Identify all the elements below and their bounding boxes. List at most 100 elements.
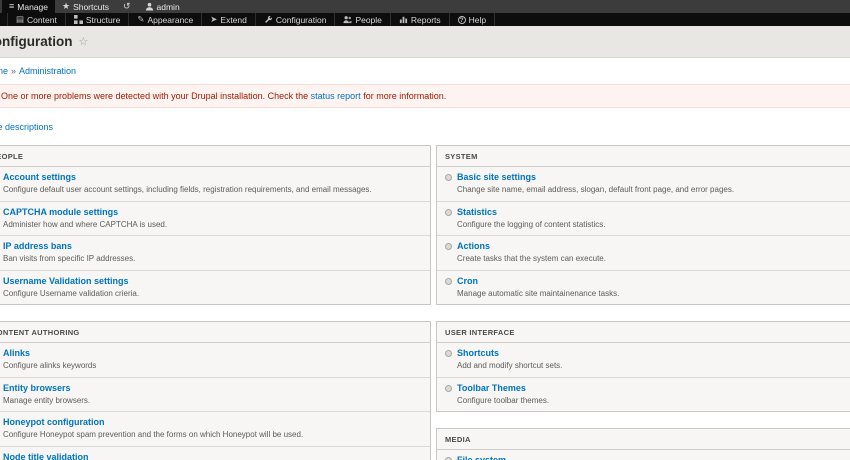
- admin-link[interactable]: CAPTCHA module settings: [3, 207, 118, 218]
- browser-viewport: ≡ Manage ★ Shortcuts ↺ admin ▤ Content S…: [0, 0, 850, 460]
- admin-toolbar-bar: ≡ Manage ★ Shortcuts ↺ admin: [0, 0, 850, 13]
- admin-link-item: File system Configure the location of up…: [437, 450, 850, 460]
- admin-link-description: Administer how and where CAPTCHA is used…: [3, 219, 168, 229]
- admin-link[interactable]: File system: [457, 455, 506, 460]
- admin-link-description: Ban visits from specific IP addresses.: [3, 254, 136, 263]
- toolbar-tab-history[interactable]: ↺: [116, 0, 138, 13]
- admin-link-item: IP address bans Ban visits from specific…: [0, 235, 430, 270]
- item-bullet-icon: [445, 208, 452, 216]
- admin-link[interactable]: IP address bans: [3, 241, 72, 252]
- admin-link[interactable]: Statistics: [457, 207, 497, 218]
- puzzle-icon: ➤: [210, 14, 218, 25]
- admin-link-description: Manage automatic site maintainenance tas…: [457, 288, 620, 298]
- admin-panel: MEDIA File system Configure the location…: [436, 428, 850, 460]
- item-bullet-icon: [445, 277, 452, 285]
- menu-item-label: Appearance: [147, 14, 194, 25]
- brush-icon: ✎: [137, 14, 145, 25]
- toolbar-tab-shortcuts[interactable]: ★ Shortcuts: [55, 0, 116, 13]
- admin-panels-grid: PEOPLE Account settings Configure defaul…: [0, 145, 850, 460]
- admin-panel: CONTENT AUTHORING Alinks Configure alink…: [0, 321, 431, 460]
- admin-link-description: Create tasks that the system can execute…: [457, 254, 606, 263]
- menu-item-appearance[interactable]: ✎ Appearance: [129, 13, 203, 26]
- menu-item-label: Extend: [220, 14, 247, 25]
- admin-link[interactable]: Entity browsers: [3, 383, 71, 394]
- admin-link[interactable]: Shortcuts: [457, 348, 499, 359]
- panel-heading: SYSTEM: [437, 146, 850, 167]
- menu-item-label: Configuration: [275, 14, 327, 25]
- admin-link[interactable]: Account settings: [3, 172, 76, 183]
- menu-item-structure[interactable]: Structure: [66, 13, 130, 26]
- item-bullet-icon: [445, 350, 452, 357]
- panel-body: Shortcuts Add and modify shortcut sets. …: [437, 343, 850, 411]
- page-title: Configuration: [0, 34, 73, 49]
- admin-panels-column-left: PEOPLE Account settings Configure defaul…: [0, 145, 431, 460]
- admin-link-description: Configure Honeypot spam prevention and t…: [3, 430, 304, 439]
- toolbar-tab-user[interactable]: admin: [138, 0, 187, 13]
- admin-link-description: Change site name, email address, slogan,…: [457, 185, 735, 194]
- toolbar-tab-manage[interactable]: ≡ Manage: [2, 0, 55, 13]
- breadcrumb-separator: »: [11, 66, 17, 76]
- admin-link-description: Configure toolbar themes.: [457, 395, 550, 405]
- chart-icon: [399, 15, 408, 24]
- panel-body: Alinks Configure alinks keywords Entity …: [0, 343, 430, 460]
- panel-body: Basic site settings Change site name, em…: [437, 167, 850, 304]
- breadcrumb: Home»Administration: [0, 58, 850, 76]
- admin-link-description: Configure the logging of content statist…: [457, 219, 606, 229]
- admin-panel: PEOPLE Account settings Configure defaul…: [0, 145, 431, 305]
- admin-link-item: Toolbar Themes Configure toolbar themes.: [437, 376, 850, 412]
- item-bullet-icon: [445, 384, 452, 392]
- menu-item-label: Help: [468, 14, 487, 25]
- hide-descriptions-link[interactable]: Hide descriptions: [0, 122, 53, 132]
- wrench-icon: [264, 15, 273, 24]
- admin-link[interactable]: Toolbar Themes: [457, 383, 526, 394]
- menu-item-configuration[interactable]: Configuration: [256, 13, 336, 26]
- admin-link[interactable]: Node title validation: [3, 452, 89, 460]
- user-icon: [145, 2, 154, 11]
- menu-item-help[interactable]: ? Help: [450, 13, 496, 26]
- admin-link-item: Entity browsers Manage entity browsers.: [0, 376, 430, 412]
- toolbar-tab-label: Shortcuts: [73, 1, 109, 12]
- panel-heading: PEOPLE: [0, 146, 430, 167]
- admin-link-description: Manage entity browsers.: [3, 395, 91, 405]
- menu-item-extend[interactable]: ➤ Extend: [202, 13, 256, 26]
- help-icon: ?: [457, 15, 466, 24]
- people-icon: [343, 15, 352, 24]
- menu-item-tools[interactable]: [0, 13, 8, 26]
- breadcrumb-link-home[interactable]: Home: [0, 66, 8, 76]
- admin-link[interactable]: Alinks: [3, 348, 30, 359]
- item-bullet-icon: [445, 243, 452, 250]
- breadcrumb-link-administration[interactable]: Administration: [19, 66, 76, 76]
- menu-item-label: Content: [27, 14, 57, 25]
- admin-link-description: Add and modify shortcut sets.: [457, 361, 563, 370]
- toolbar-tab-label: Manage: [17, 1, 48, 12]
- admin-link-item: Username Validation settings Configure U…: [0, 269, 430, 305]
- item-bullet-icon: [445, 174, 452, 181]
- menu-item-content[interactable]: ▤ Content: [8, 13, 66, 26]
- admin-link-description: Configure alinks keywords: [3, 361, 97, 370]
- drupal-admin-page: ≡ Manage ★ Shortcuts ↺ admin ▤ Content S…: [0, 0, 850, 460]
- admin-link-item: Actions Create tasks that the system can…: [437, 235, 850, 270]
- admin-link[interactable]: Basic site settings: [457, 172, 536, 183]
- admin-link-item: Account settings Configure default user …: [0, 167, 430, 201]
- admin-link[interactable]: Username Validation settings: [3, 276, 129, 287]
- error-message-banner: × One or more problems were detected wit…: [0, 84, 850, 108]
- admin-link-item: Basic site settings Change site name, em…: [437, 167, 850, 201]
- panel-heading: USER INTERFACE: [437, 322, 850, 343]
- status-report-link[interactable]: status report: [311, 91, 361, 101]
- menu-item-people[interactable]: People: [335, 13, 391, 26]
- hide-descriptions-row: Hide descriptions: [0, 108, 850, 145]
- admin-link-item: Node title validation Validating node ti…: [0, 445, 430, 460]
- admin-menu-tray: ▤ Content Structure ✎ Appearance ➤ Exten…: [0, 13, 850, 26]
- admin-link[interactable]: Honeypot configuration: [3, 417, 105, 428]
- admin-link[interactable]: Cron: [457, 276, 478, 287]
- document-icon: ▤: [16, 14, 25, 25]
- menu-item-label: People: [355, 14, 382, 25]
- admin-link-description: Configure default user account settings,…: [3, 185, 372, 194]
- panel-heading: MEDIA: [437, 429, 850, 450]
- favorite-star-icon[interactable]: ☆: [78, 35, 88, 48]
- admin-link-item: Cron Manage automatic site maintainenanc…: [437, 269, 850, 305]
- page-header: Configuration ☆: [0, 26, 850, 58]
- admin-link-item: Statistics Configure the logging of cont…: [437, 200, 850, 236]
- admin-link[interactable]: Actions: [457, 241, 490, 252]
- menu-item-reports[interactable]: Reports: [391, 13, 450, 26]
